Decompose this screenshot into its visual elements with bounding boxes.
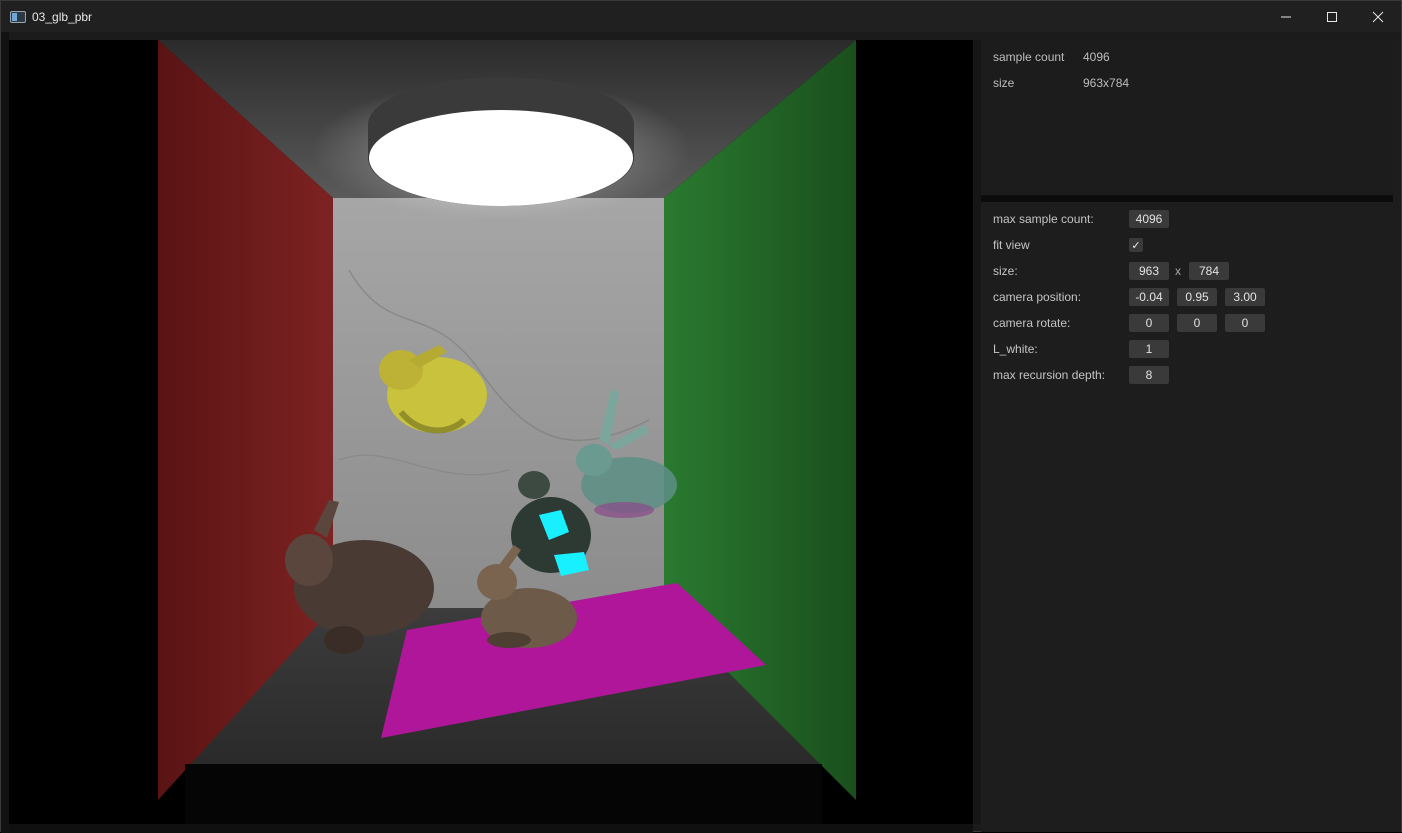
side-panel: sample count 4096 size 963x784 max sampl… bbox=[981, 40, 1401, 832]
close-button[interactable] bbox=[1355, 1, 1401, 32]
param-row-size: size: 963 x 784 bbox=[993, 261, 1237, 281]
fit-view-label: fit view bbox=[993, 238, 1030, 252]
ceiling-lamp-light bbox=[369, 110, 633, 206]
max-sample-count-input[interactable]: 4096 bbox=[1129, 210, 1169, 228]
camera-position-y-input[interactable]: 0.95 bbox=[1177, 288, 1217, 306]
render-viewport[interactable] bbox=[9, 40, 973, 824]
size-label: size bbox=[993, 76, 1015, 90]
render-info-section: sample count 4096 size 963x784 bbox=[981, 40, 1393, 194]
vertical-splitter[interactable] bbox=[973, 40, 981, 824]
maximize-icon bbox=[1327, 11, 1337, 22]
minimize-button[interactable] bbox=[1263, 1, 1309, 32]
minimize-icon bbox=[1281, 16, 1291, 17]
l-white-input[interactable]: 1 bbox=[1129, 340, 1169, 358]
camera-position-z-input[interactable]: 3.00 bbox=[1225, 288, 1265, 306]
title-bar[interactable]: 03_glb_pbr bbox=[1, 1, 1401, 32]
info-row-sample-count: sample count 4096 bbox=[993, 49, 1110, 65]
info-row-size: size 963x784 bbox=[993, 75, 1129, 91]
param-row-camera-position: camera position: -0.04 0.95 3.00 bbox=[993, 287, 1273, 307]
max-recursion-depth-label: max recursion depth: bbox=[993, 368, 1106, 382]
horizontal-splitter[interactable] bbox=[981, 195, 1393, 202]
size-separator: x bbox=[1175, 264, 1181, 278]
left-edge-strip bbox=[1, 32, 9, 833]
param-row-max-sample-count: max sample count: 4096 bbox=[993, 209, 1177, 229]
rendered-scene bbox=[158, 40, 856, 824]
param-row-fit-view: fit view ✓ bbox=[993, 235, 1143, 255]
size-value: 963x784 bbox=[1083, 76, 1130, 90]
camera-rotate-x-input[interactable]: 0 bbox=[1129, 314, 1169, 332]
param-row-max-recursion-depth: max recursion depth: 8 bbox=[993, 365, 1177, 385]
app-window-icon bbox=[10, 10, 26, 23]
camera-rotate-z-input[interactable]: 0 bbox=[1225, 314, 1265, 332]
max-sample-count-label: max sample count: bbox=[993, 212, 1094, 226]
camera-position-x-input[interactable]: -0.04 bbox=[1129, 288, 1169, 306]
window-controls bbox=[1263, 1, 1401, 32]
close-icon bbox=[1372, 11, 1384, 22]
sample-count-value: 4096 bbox=[1083, 50, 1110, 64]
parameters-section: max sample count: 4096 fit view ✓ size: … bbox=[981, 202, 1393, 832]
l-white-label: L_white: bbox=[993, 342, 1038, 356]
size-param-label: size: bbox=[993, 264, 1018, 278]
sample-count-label: sample count bbox=[993, 50, 1065, 64]
size-height-input[interactable]: 784 bbox=[1189, 262, 1229, 280]
maximize-button[interactable] bbox=[1309, 1, 1355, 32]
window-title: 03_glb_pbr bbox=[32, 9, 93, 24]
param-row-camera-rotate: camera rotate: 0 0 0 bbox=[993, 313, 1273, 333]
fit-view-checkbox[interactable]: ✓ bbox=[1129, 238, 1143, 252]
size-width-input[interactable]: 963 bbox=[1129, 262, 1169, 280]
camera-position-label: camera position: bbox=[993, 290, 1082, 304]
camera-rotate-y-input[interactable]: 0 bbox=[1177, 314, 1217, 332]
max-recursion-depth-input[interactable]: 8 bbox=[1129, 366, 1169, 384]
param-row-l-white: L_white: 1 bbox=[993, 339, 1177, 359]
checkmark-icon: ✓ bbox=[1131, 239, 1141, 252]
app-window: 03_glb_pbr sample count 4096 size 963x78… bbox=[0, 0, 1402, 833]
camera-rotate-label: camera rotate: bbox=[993, 316, 1071, 330]
